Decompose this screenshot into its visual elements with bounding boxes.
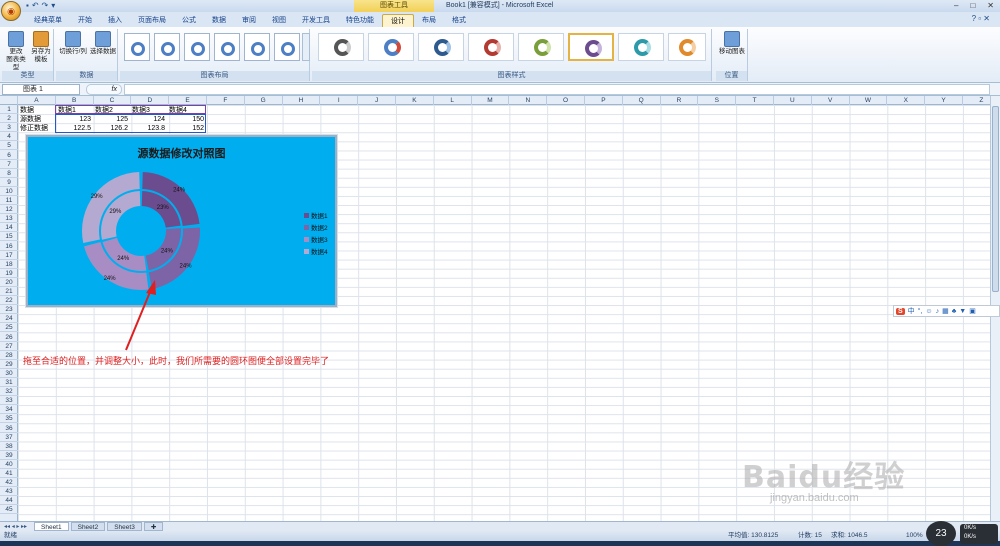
upload-speed: 0K/s [964, 525, 977, 531]
baidu-watermark: Baidu经验 jingyan.baidu.com [742, 452, 905, 504]
emoji-icon[interactable]: ☺ [925, 308, 932, 315]
net-speed-badge: 23 [926, 521, 956, 546]
sheet-tabs: ◂◂ ◂ ▸ ▸▸ Sheet1 Sheet2 Sheet3 ✚ [0, 521, 1000, 531]
ime-toolbar[interactable]: S 中 °, ☺ ♪ ▦ ♣ ▼ ▣ [893, 305, 1000, 317]
office-logo-icon: ◉ [7, 5, 15, 16]
watermark-brand: Baidu经验 [742, 460, 906, 495]
status-bar: 就绪 平均值: 130.8125 计数: 15 求和: 1046.5 100% [0, 531, 1000, 541]
arrow-line [125, 291, 151, 351]
status-ready: 就绪 [4, 532, 17, 539]
sheet-tab-3[interactable]: Sheet3 [107, 522, 142, 531]
skin-icon[interactable]: ♣ [952, 308, 957, 315]
keyboard-icon[interactable]: ▦ [942, 307, 949, 315]
shirt-icon[interactable]: ▼ [959, 308, 966, 315]
status-sum: 求和: 1046.5 [831, 532, 868, 539]
punctuation-icon[interactable]: °, [918, 308, 923, 315]
insert-sheet-button[interactable]: ✚ [143, 522, 164, 531]
sheet-nav-arrows[interactable]: ◂◂ ◂ ▸ ▸▸ [4, 523, 32, 530]
annotation-text: 拖至合适的位置，并调整大小，此时，我们所需要的圆环图便全部设置完毕了 [23, 356, 330, 366]
sheet-tab-1[interactable]: Sheet1 [34, 522, 69, 531]
office-button[interactable]: ◉ [1, 1, 21, 21]
os-taskbar [0, 541, 1000, 546]
status-average: 平均值: 130.8125 [728, 532, 779, 539]
arrow-head [146, 280, 156, 295]
mic-icon[interactable]: ♪ [936, 308, 940, 315]
tools-icon[interactable]: ▣ [969, 307, 976, 315]
net-speed-panel: 0K/s 0K/s [960, 524, 998, 544]
ime-lang-toggle[interactable]: 中 [908, 306, 915, 316]
vertical-scroll-thumb[interactable] [992, 106, 999, 292]
zoom-level[interactable]: 100% [906, 531, 923, 541]
download-speed: 0K/s [964, 534, 977, 540]
sheet-tab-2[interactable]: Sheet2 [70, 522, 106, 531]
sogou-logo-icon: S [896, 307, 905, 315]
status-count: 计数: 15 [798, 532, 822, 539]
